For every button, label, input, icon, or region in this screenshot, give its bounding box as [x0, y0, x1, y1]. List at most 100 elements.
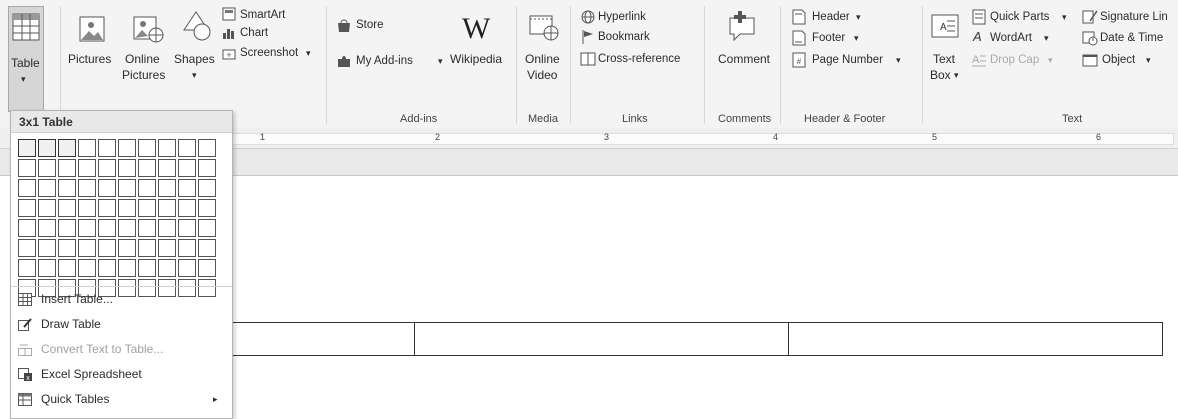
table-grid-cell[interactable]: [198, 139, 216, 157]
smartart-button[interactable]: SmartArt: [220, 6, 310, 24]
page-number-button[interactable]: # Page Number ▾: [790, 51, 914, 69]
table-grid-cell[interactable]: [138, 259, 156, 277]
text-box-button[interactable]: A Text Box ▾: [928, 6, 962, 92]
quick-tables-item[interactable]: Quick Tables ▸: [11, 387, 232, 412]
header-button[interactable]: Header ▾: [790, 8, 900, 26]
draw-table-item[interactable]: Draw Table: [11, 312, 232, 337]
store-button[interactable]: Store: [334, 14, 414, 36]
chart-button[interactable]: Chart: [220, 24, 310, 42]
table-cell[interactable]: [789, 323, 1162, 355]
table-grid-cell[interactable]: [138, 219, 156, 237]
table-grid-cell[interactable]: [158, 259, 176, 277]
wordart-button[interactable]: A WordArt ▾: [970, 29, 1074, 47]
screenshot-button[interactable]: + Screenshot ▾: [220, 44, 320, 62]
table-grid-cell[interactable]: [18, 159, 36, 177]
table-grid-cell[interactable]: [78, 259, 96, 277]
table-grid-cell[interactable]: [38, 219, 56, 237]
table-grid-cell[interactable]: [38, 179, 56, 197]
table-grid-cell[interactable]: [158, 159, 176, 177]
insert-table-item[interactable]: Insert Table...: [11, 287, 232, 312]
table-grid-cell[interactable]: [158, 199, 176, 217]
table-grid-cell[interactable]: [158, 139, 176, 157]
table-grid-cell[interactable]: [138, 179, 156, 197]
table-grid-cell[interactable]: [138, 199, 156, 217]
table-grid-cell[interactable]: [78, 239, 96, 257]
table-grid-cell[interactable]: [178, 139, 196, 157]
table-grid-cell[interactable]: [58, 259, 76, 277]
table-grid-cell[interactable]: [118, 239, 136, 257]
table-grid-cell[interactable]: [98, 219, 116, 237]
table-grid-cell[interactable]: [198, 219, 216, 237]
table-grid-cell[interactable]: [58, 139, 76, 157]
table-grid-cell[interactable]: [198, 239, 216, 257]
table-grid-cell[interactable]: [78, 179, 96, 197]
online-video-button[interactable]: Online Video: [522, 6, 566, 92]
table-grid-cell[interactable]: [38, 139, 56, 157]
table-grid-cell[interactable]: [58, 159, 76, 177]
table-grid-cell[interactable]: [178, 199, 196, 217]
convert-text-to-table-item[interactable]: Convert Text to Table...: [11, 337, 232, 362]
table-grid-cell[interactable]: [118, 139, 136, 157]
table-grid-cell[interactable]: [98, 239, 116, 257]
table-grid-cell[interactable]: [58, 179, 76, 197]
shapes-button[interactable]: Shapes ▾: [174, 6, 216, 92]
table-grid-cell[interactable]: [138, 239, 156, 257]
bookmark-button[interactable]: Bookmark: [578, 28, 688, 46]
table-grid-cell[interactable]: [38, 199, 56, 217]
table-button[interactable]: Table ▾: [8, 6, 44, 112]
date-time-button[interactable]: Date & Time: [1080, 29, 1178, 47]
wikipedia-button[interactable]: W Wikipedia: [440, 6, 514, 76]
table-grid-cell[interactable]: [18, 139, 36, 157]
table-grid-cell[interactable]: [38, 239, 56, 257]
comment-button[interactable]: Comment: [712, 6, 772, 76]
table-size-grid[interactable]: [18, 139, 216, 297]
table-grid-cell[interactable]: [98, 179, 116, 197]
table-grid-cell[interactable]: [38, 159, 56, 177]
pictures-button[interactable]: Pictures: [66, 6, 120, 76]
table-grid-cell[interactable]: [18, 179, 36, 197]
horizontal-ruler[interactable]: 1 2 3 4 5 6: [224, 132, 1174, 145]
table-cell[interactable]: [415, 323, 789, 355]
my-addins-button[interactable]: My Add-ins ▾: [334, 50, 450, 72]
table-grid-cell[interactable]: [198, 259, 216, 277]
table-grid-cell[interactable]: [18, 259, 36, 277]
table-grid-cell[interactable]: [138, 139, 156, 157]
table-grid-cell[interactable]: [158, 239, 176, 257]
table-grid-cell[interactable]: [78, 199, 96, 217]
table-grid-cell[interactable]: [58, 199, 76, 217]
table-grid-cell[interactable]: [158, 219, 176, 237]
excel-spreadsheet-item[interactable]: x Excel Spreadsheet: [11, 362, 232, 387]
table-grid-cell[interactable]: [118, 159, 136, 177]
table-grid-cell[interactable]: [18, 199, 36, 217]
drop-cap-button[interactable]: A Drop Cap ▾: [970, 51, 1074, 69]
table-grid-cell[interactable]: [78, 159, 96, 177]
footer-button[interactable]: Footer ▾: [790, 29, 900, 47]
cross-reference-button[interactable]: Cross-reference: [578, 50, 698, 68]
table-grid-cell[interactable]: [98, 199, 116, 217]
table-grid-cell[interactable]: [58, 239, 76, 257]
table-grid-cell[interactable]: [198, 159, 216, 177]
table-grid-cell[interactable]: [198, 179, 216, 197]
table-grid-cell[interactable]: [38, 259, 56, 277]
quick-parts-button[interactable]: Quick Parts ▾: [970, 8, 1074, 26]
hyperlink-button[interactable]: Hyperlink: [578, 8, 688, 26]
table-grid-cell[interactable]: [178, 259, 196, 277]
table-grid-cell[interactable]: [178, 239, 196, 257]
table-grid-cell[interactable]: [178, 159, 196, 177]
object-button[interactable]: Object ▾: [1080, 51, 1178, 69]
table-grid-cell[interactable]: [178, 219, 196, 237]
table-grid-cell[interactable]: [158, 179, 176, 197]
table-grid-cell[interactable]: [138, 159, 156, 177]
table-grid-cell[interactable]: [118, 179, 136, 197]
table-grid-cell[interactable]: [78, 139, 96, 157]
table-grid-cell[interactable]: [98, 139, 116, 157]
table-grid-cell[interactable]: [198, 199, 216, 217]
table-grid-cell[interactable]: [98, 159, 116, 177]
table-grid-cell[interactable]: [58, 219, 76, 237]
table-grid-cell[interactable]: [18, 239, 36, 257]
signature-line-button[interactable]: Signature Lin: [1080, 8, 1178, 26]
table-grid-cell[interactable]: [18, 219, 36, 237]
table-grid-cell[interactable]: [78, 219, 96, 237]
table-grid-cell[interactable]: [118, 219, 136, 237]
online-pictures-button[interactable]: Online Pictures: [122, 6, 172, 92]
